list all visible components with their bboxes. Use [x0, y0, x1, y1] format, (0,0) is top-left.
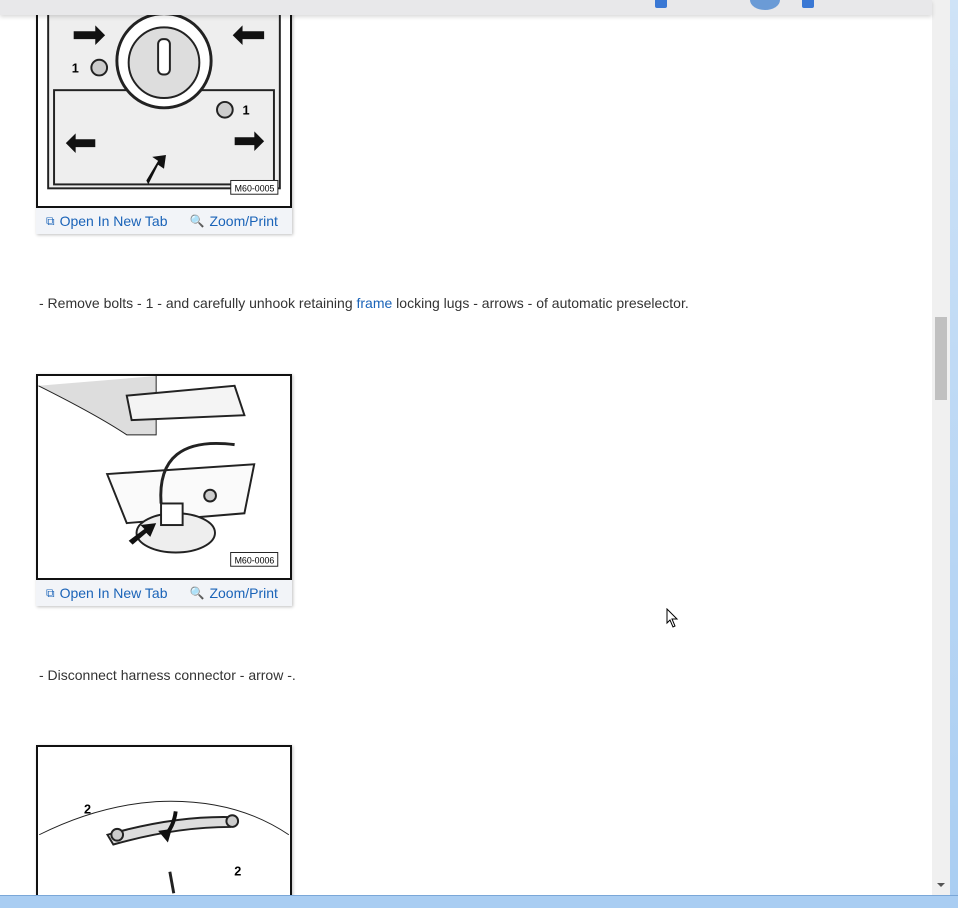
open-new-tab-icon: ⧉: [46, 213, 55, 228]
zoom-label: Zoom/Print: [209, 585, 278, 601]
open-in-new-tab-link[interactable]: ⧉ Open In New Tab: [46, 213, 168, 229]
callout-1b: 1: [243, 103, 250, 118]
open-label: Open In New Tab: [59, 213, 168, 229]
figure-code: M60-0005: [235, 183, 275, 193]
callout-2: 2: [84, 802, 91, 816]
step-text-end: locking lugs - arrows - of automatic pre…: [392, 295, 689, 311]
vertical-scrollbar[interactable]: [932, 0, 950, 895]
open-in-new-tab-link[interactable]: ⧉ Open In New Tab: [46, 585, 168, 601]
zoom-in-icon: 🔍: [189, 586, 205, 600]
scroll-down-arrow-icon[interactable]: [937, 883, 945, 887]
zoom-print-link[interactable]: 🔍 Zoom/Print: [190, 585, 278, 601]
callout-1: 1: [72, 60, 79, 75]
step-disconnect-harness: - Disconnect harness connector - arrow -…: [39, 667, 296, 683]
figure-1: 1 1 M60-0005 ⧉ Open In New Tab 🔍 Zoom/Prin…: [36, 0, 292, 234]
zoom-print-link[interactable]: 🔍 Zoom/Print: [190, 213, 278, 229]
step-remove-bolts: - Remove bolts - 1 - and carefully unhoo…: [39, 295, 689, 311]
toolbar: [0, 0, 932, 15]
add-to-collection-icon[interactable]: [802, 0, 814, 8]
callout-2b: 2: [234, 865, 241, 879]
diagram-grab-handle: 2 2: [36, 745, 292, 895]
zoom-label: Zoom/Print: [209, 213, 278, 229]
mouse-pointer-icon: [666, 608, 679, 628]
step-text: - Remove bolts - 1 - and carefully unhoo…: [39, 295, 357, 311]
figure-code: M60-0006: [235, 555, 275, 565]
figure-3: 2 2: [36, 745, 292, 895]
figure-2: M60-0006 ⧉ Open In New Tab 🔍 Zoom/Print: [36, 374, 292, 606]
window-frame-right: [950, 0, 958, 907]
avatar[interactable]: [750, 0, 780, 10]
open-label: Open In New Tab: [59, 585, 168, 601]
window-frame-bottom: [0, 895, 958, 908]
scrollbar-thumb[interactable]: [935, 317, 947, 400]
zoom-in-icon: 🔍: [189, 214, 205, 228]
frame-link[interactable]: frame: [357, 295, 393, 311]
diagram-harness-connector: M60-0006: [36, 374, 292, 580]
diagram-preselector-trim: 1 1 M60-0005: [36, 0, 292, 208]
open-new-tab-icon: ⧉: [46, 585, 55, 600]
document-content: 1 1 M60-0005 ⧉ Open In New Tab 🔍 Zoom/Prin…: [0, 0, 932, 895]
comment-icon[interactable]: [655, 0, 667, 8]
